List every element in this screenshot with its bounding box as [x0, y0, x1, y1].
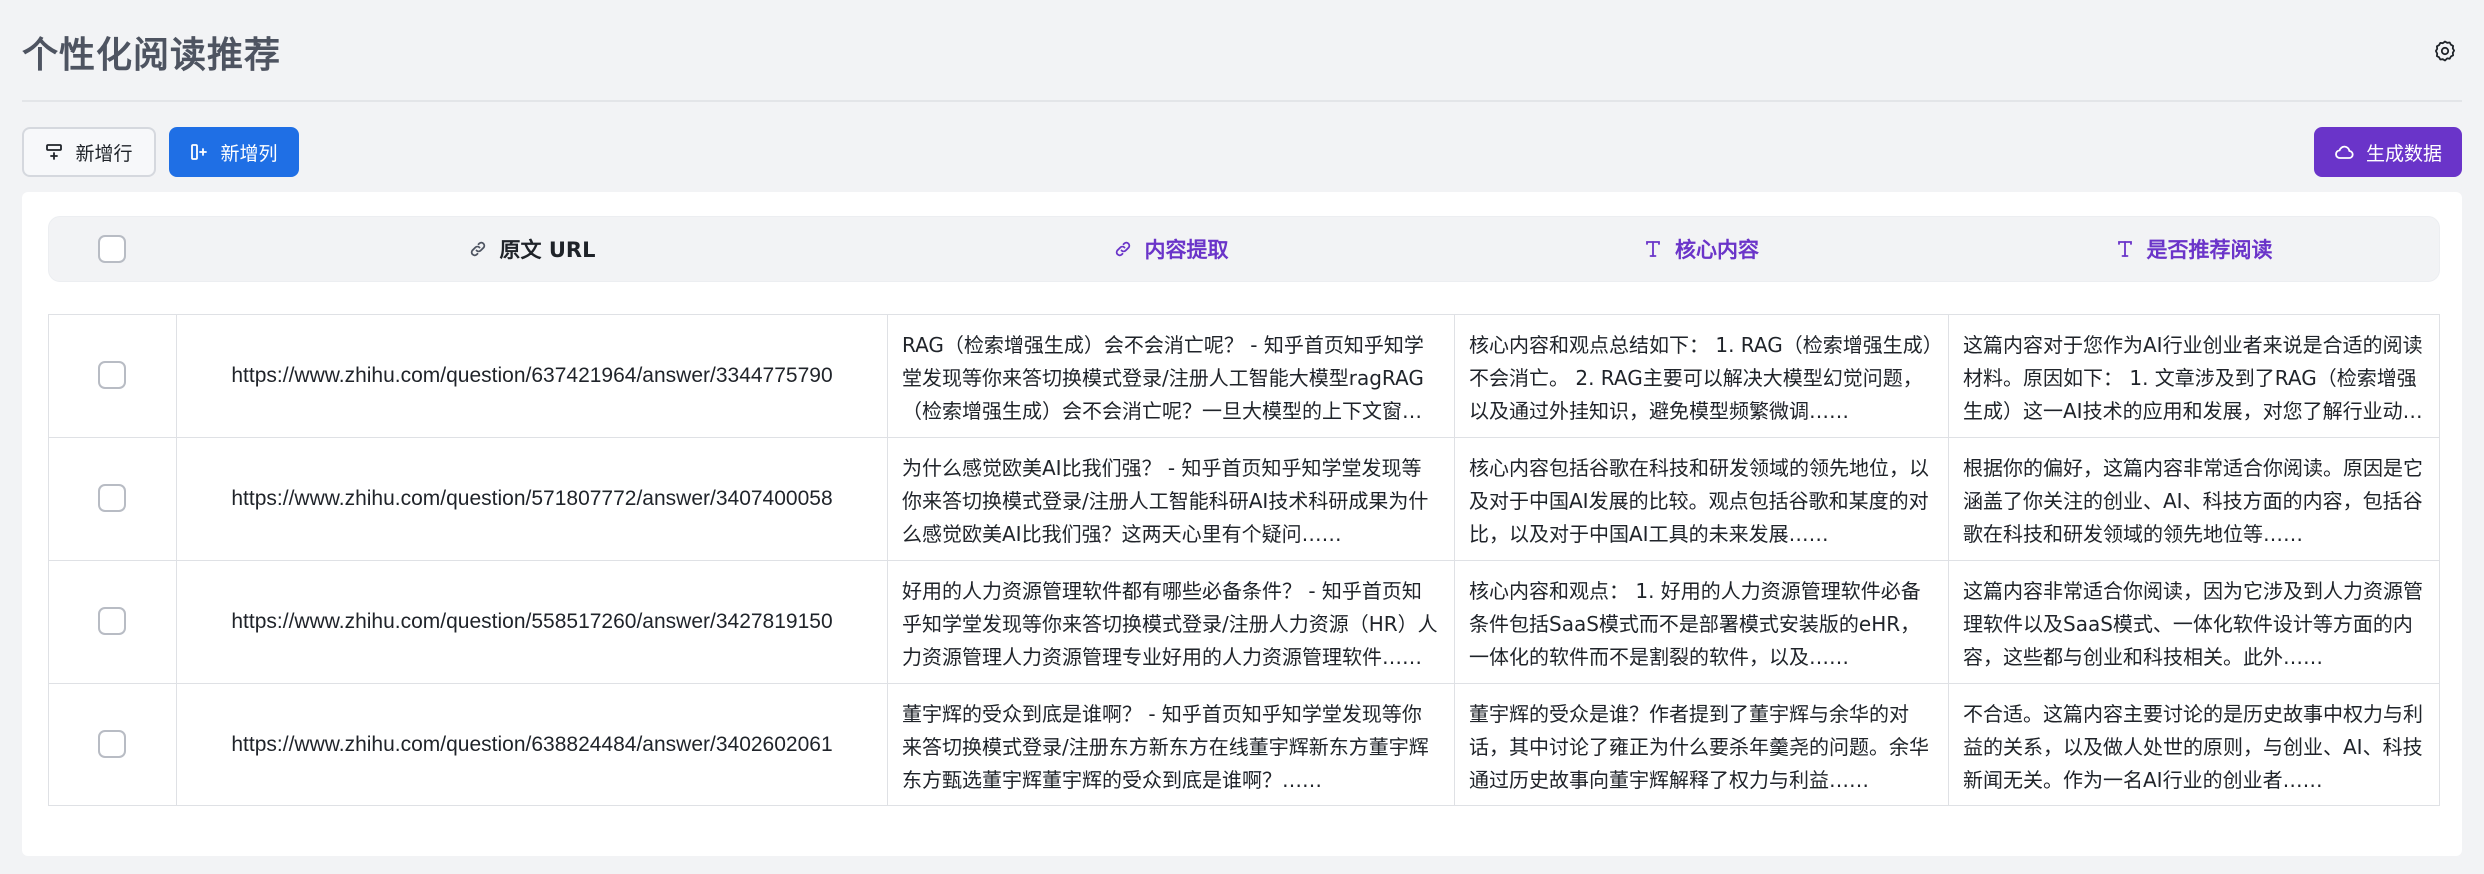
- recommend-text: 这篇内容非常适合你阅读，因为它涉及到人力资源管理软件以及SaaS模式、一体化软件…: [1963, 579, 2423, 669]
- extract-cell[interactable]: RAG（检索增强生成）会不会消亡呢？ - 知乎首页知乎知学堂发现等你来答切换模式…: [887, 315, 1454, 437]
- url-cell[interactable]: https://www.zhihu.com/question/637421964…: [176, 315, 887, 437]
- add-row-label: 新增行: [75, 142, 133, 165]
- extract-text: 董宇辉的受众到底是谁啊？ - 知乎首页知乎知学堂发现等你来答切换模式登录/注册东…: [902, 702, 1429, 792]
- row-checkbox-cell: [49, 561, 176, 683]
- url-cell[interactable]: https://www.zhihu.com/question/571807772…: [176, 438, 887, 560]
- extract-text: 好用的人力资源管理软件都有哪些必备条件？ - 知乎首页知乎知学堂发现等你来答切换…: [902, 579, 1438, 669]
- url-cell[interactable]: https://www.zhihu.com/question/558517260…: [176, 561, 887, 683]
- recommend-cell[interactable]: 根据你的偏好，这篇内容非常适合你阅读。原因是它涵盖了你关注的创业、AI、科技方面…: [1948, 438, 2439, 560]
- generate-data-button[interactable]: 生成数据: [2314, 127, 2462, 177]
- extract-cell[interactable]: 董宇辉的受众到底是谁啊？ - 知乎首页知乎知学堂发现等你来答切换模式登录/注册东…: [887, 684, 1454, 806]
- text-type-icon: [2115, 239, 2135, 259]
- recommend-text: 不合适。这篇内容主要讨论的是历史故事中权力与利益的关系，以及做人处世的原则，与创…: [1963, 702, 2423, 792]
- recommend-text: 根据你的偏好，这篇内容非常适合你阅读。原因是它涵盖了你关注的创业、AI、科技方面…: [1963, 456, 2423, 546]
- row-checkbox-cell: [49, 684, 176, 806]
- column-header-label: 原文 URL: [499, 238, 596, 262]
- add-row-icon: [45, 143, 63, 161]
- link-icon: [468, 239, 488, 259]
- gear-icon: [2433, 39, 2457, 63]
- settings-button[interactable]: [2428, 34, 2462, 68]
- row-checkbox[interactable]: [98, 484, 126, 512]
- column-header-label: 内容提取: [1144, 238, 1229, 262]
- page-header: 个性化阅读推荐: [22, 0, 2462, 102]
- column-header-core[interactable]: 核心内容: [1454, 217, 1948, 281]
- page-title: 个性化阅读推荐: [22, 35, 282, 76]
- core-content-cell[interactable]: 核心内容和观点总结如下： 1. RAG（检索增强生成）不会消亡。 2. RAG主…: [1454, 315, 1948, 437]
- core-content-text: 核心内容包括谷歌在科技和研发领域的领先地位，以及对于中国AI发展的比较。观点包括…: [1469, 456, 1929, 546]
- core-content-text: 董宇辉的受众是谁？作者提到了董宇辉与余华的对话，其中讨论了雍正为什么要杀年羹尧的…: [1469, 702, 1929, 792]
- add-row-button[interactable]: 新增行: [22, 127, 156, 177]
- add-column-icon: [190, 143, 208, 161]
- add-column-button[interactable]: 新增列: [169, 127, 299, 177]
- link-icon: [1113, 239, 1133, 259]
- table-row: https://www.zhihu.com/question/558517260…: [49, 561, 2439, 684]
- column-header-label: 核心内容: [1675, 238, 1759, 262]
- recommend-text: 这篇内容对于您作为AI行业创业者来说是合适的阅读材料。原因如下： 1. 文章涉及…: [1963, 333, 2423, 423]
- extract-cell[interactable]: 为什么感觉欧美AI比我们强？ - 知乎首页知乎知学堂发现等你来答切换模式登录/注…: [887, 438, 1454, 560]
- core-content-cell[interactable]: 核心内容和观点： 1. 好用的人力资源管理软件必备条件包括SaaS模式而不是部署…: [1454, 561, 1948, 683]
- core-content-cell[interactable]: 董宇辉的受众是谁？作者提到了董宇辉与余华的对话，其中讨论了雍正为什么要杀年羹尧的…: [1454, 684, 1948, 806]
- table-panel: 原文 URL 内容提取 核心内容 是否推荐阅读 https://www.zhih…: [22, 192, 2462, 856]
- toolbar: 新增行 新增列 生成数据: [22, 127, 2462, 179]
- recommend-cell[interactable]: 这篇内容对于您作为AI行业创业者来说是合适的阅读材料。原因如下： 1. 文章涉及…: [1948, 315, 2439, 437]
- extract-cell[interactable]: 好用的人力资源管理软件都有哪些必备条件？ - 知乎首页知乎知学堂发现等你来答切换…: [887, 561, 1454, 683]
- row-checkbox-cell: [49, 315, 176, 437]
- recommend-cell[interactable]: 这篇内容非常适合你阅读，因为它涉及到人力资源管理软件以及SaaS模式、一体化软件…: [1948, 561, 2439, 683]
- column-header-recommend[interactable]: 是否推荐阅读: [1948, 217, 2439, 281]
- generate-data-label: 生成数据: [2365, 142, 2442, 165]
- core-content-text: 核心内容和观点： 1. 好用的人力资源管理软件必备条件包括SaaS模式而不是部署…: [1469, 579, 1921, 669]
- core-content-cell[interactable]: 核心内容包括谷歌在科技和研发领域的领先地位，以及对于中国AI发展的比较。观点包括…: [1454, 438, 1948, 560]
- extract-text: RAG（检索增强生成）会不会消亡呢？ - 知乎首页知乎知学堂发现等你来答切换模式…: [902, 333, 1424, 423]
- core-content-text: 核心内容和观点总结如下： 1. RAG（检索增强生成）不会消亡。 2. RAG主…: [1469, 333, 1933, 423]
- row-checkbox[interactable]: [98, 607, 126, 635]
- column-header-extract[interactable]: 内容提取: [887, 217, 1454, 281]
- table-body: https://www.zhihu.com/question/637421964…: [48, 314, 2440, 806]
- cloud-icon: [2334, 143, 2354, 161]
- add-column-label: 新增列: [220, 142, 278, 165]
- row-checkbox[interactable]: [98, 730, 126, 758]
- text-type-icon: [1643, 239, 1663, 259]
- row-checkbox[interactable]: [98, 361, 126, 389]
- table-row: https://www.zhihu.com/question/638824484…: [49, 684, 2439, 806]
- recommend-cell[interactable]: 不合适。这篇内容主要讨论的是历史故事中权力与利益的关系，以及做人处世的原则，与创…: [1948, 684, 2439, 806]
- row-checkbox-cell: [49, 438, 176, 560]
- table-row: https://www.zhihu.com/question/571807772…: [49, 438, 2439, 561]
- column-header-url[interactable]: 原文 URL: [176, 217, 887, 281]
- table-header: 原文 URL 内容提取 核心内容 是否推荐阅读: [48, 216, 2440, 282]
- table-row: https://www.zhihu.com/question/637421964…: [49, 315, 2439, 438]
- url-cell[interactable]: https://www.zhihu.com/question/638824484…: [176, 684, 887, 806]
- extract-text: 为什么感觉欧美AI比我们强？ - 知乎首页知乎知学堂发现等你来答切换模式登录/注…: [902, 456, 1429, 546]
- select-all-checkbox[interactable]: [98, 235, 126, 263]
- column-header-label: 是否推荐阅读: [2146, 238, 2273, 262]
